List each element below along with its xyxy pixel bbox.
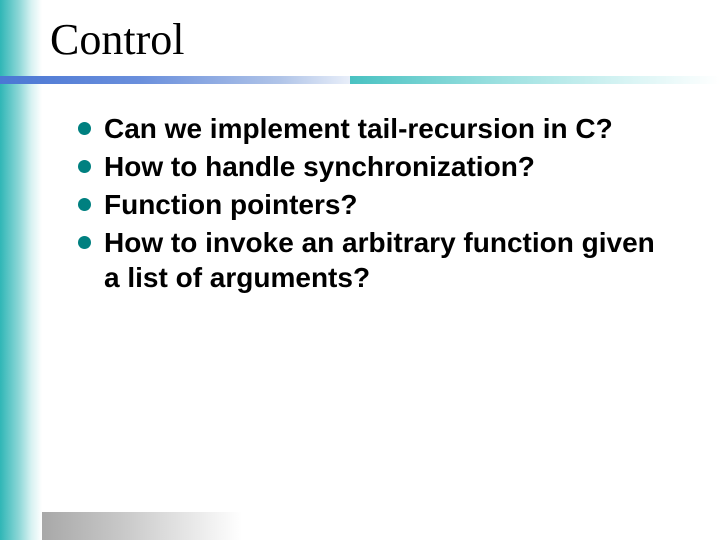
- bullet-item: Function pointers?: [78, 188, 678, 222]
- bullet-item: How to handle synchronization?: [78, 150, 678, 184]
- bullet-dot-icon: [78, 198, 91, 211]
- footer-shadow-block: [42, 512, 242, 540]
- bullet-item: Can we implement tail-recursion in C?: [78, 112, 678, 146]
- slide: Control Can we implement tail-recursion …: [0, 0, 720, 540]
- bullet-dot-icon: [78, 236, 91, 249]
- bullet-dot-icon: [78, 160, 91, 173]
- slide-body: Can we implement tail-recursion in C? Ho…: [78, 112, 678, 299]
- bullet-item: How to invoke an arbitrary function give…: [78, 226, 678, 294]
- bullet-text: How to handle synchronization?: [104, 151, 535, 182]
- slide-title: Control: [50, 14, 184, 65]
- bullet-dot-icon: [78, 122, 91, 135]
- title-underline: [0, 76, 720, 84]
- bullet-text: Can we implement tail-recursion in C?: [104, 113, 613, 144]
- bullet-text: How to invoke an arbitrary function give…: [104, 227, 655, 292]
- underline-blue-segment: [0, 76, 350, 84]
- underline-teal-segment: [350, 76, 720, 84]
- bullet-text: Function pointers?: [104, 189, 358, 220]
